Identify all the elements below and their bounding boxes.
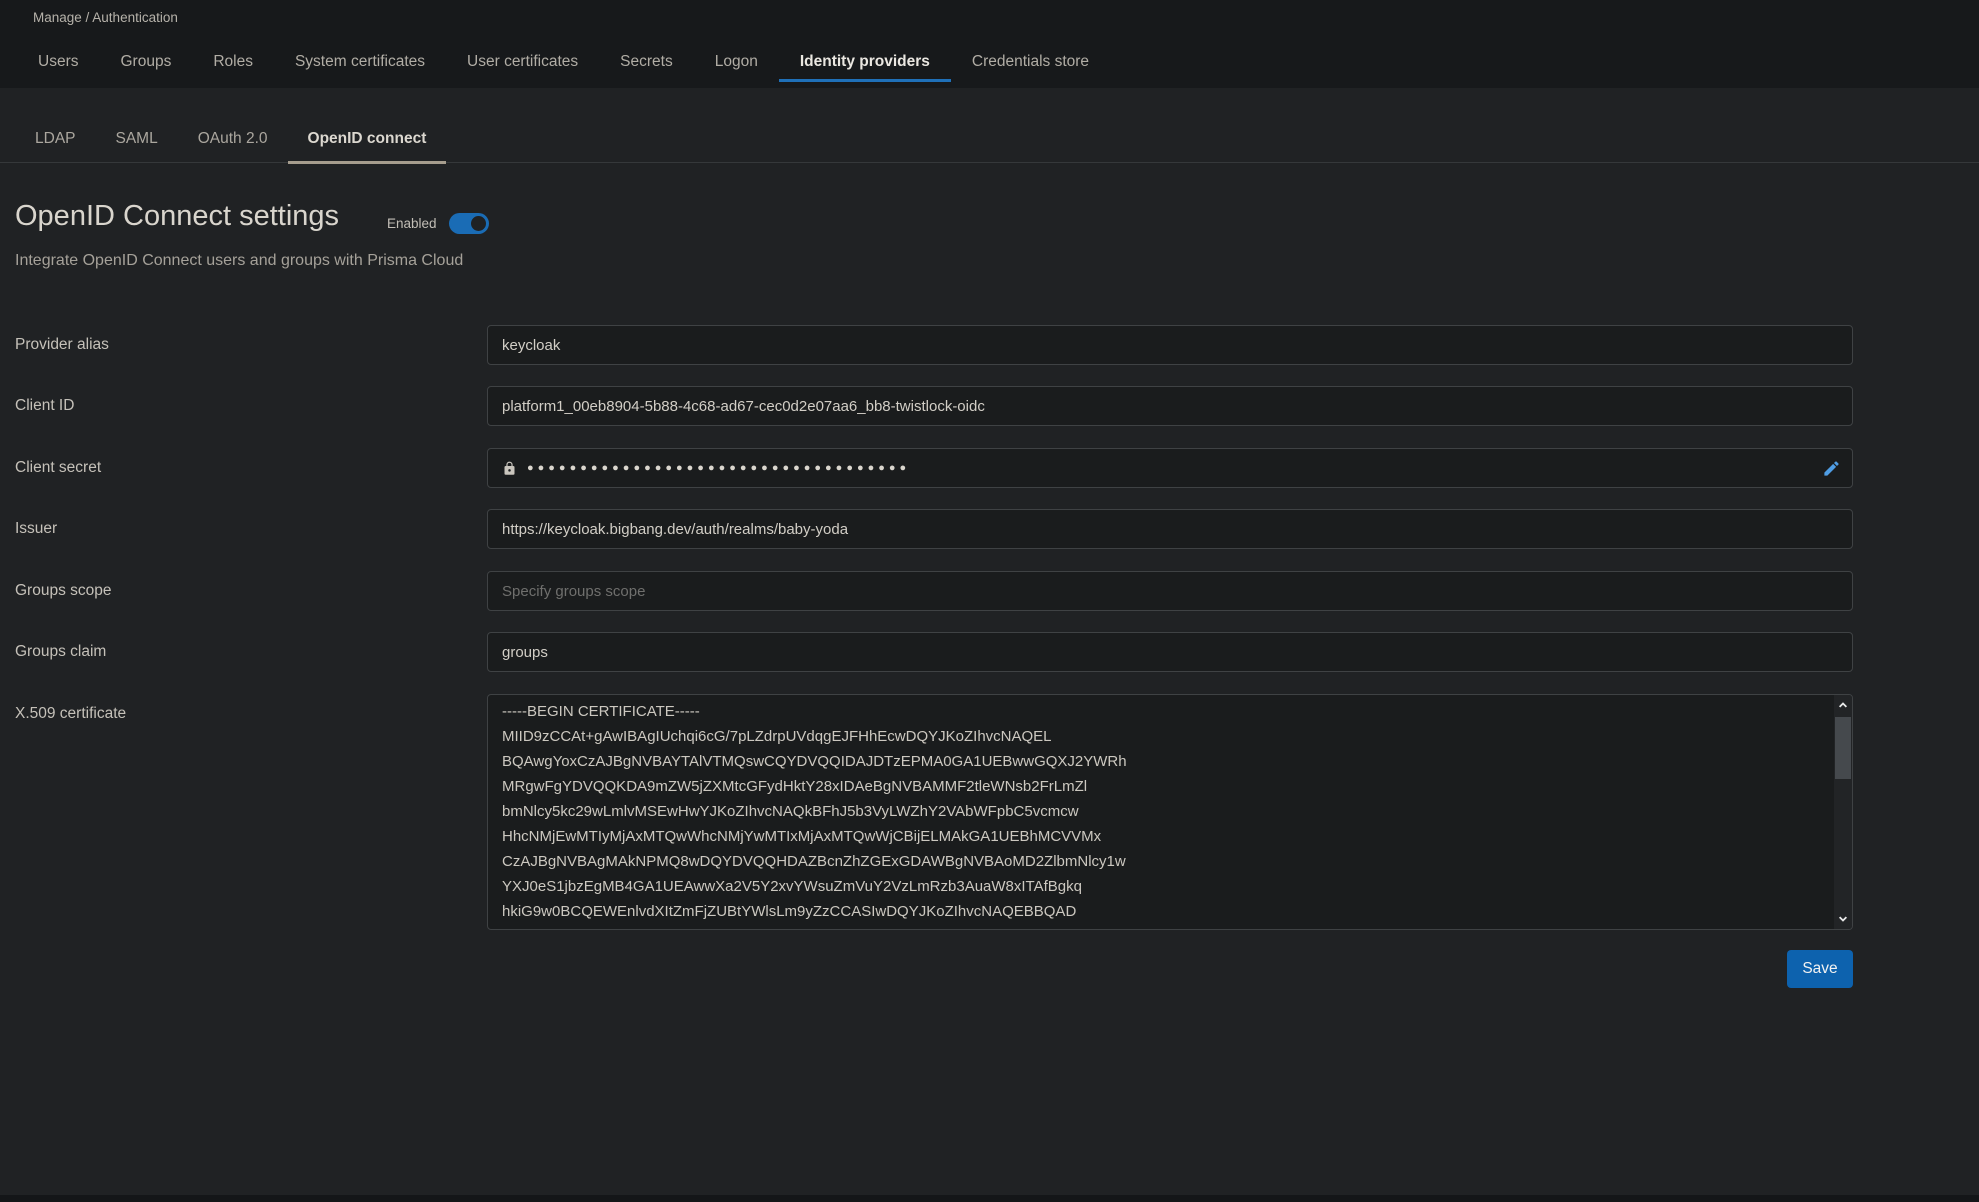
page-title: OpenID Connect settings (15, 200, 339, 233)
tab-groups[interactable]: Groups (99, 44, 192, 82)
tab-roles[interactable]: Roles (192, 44, 274, 82)
toggle-knob (471, 216, 486, 231)
footer-strip (0, 1195, 1979, 1202)
scrollbar-thumb[interactable] (1835, 717, 1851, 779)
breadcrumb: Manage / Authentication (33, 10, 178, 25)
page-subtitle: Integrate OpenID Connect users and group… (15, 252, 463, 270)
groups-claim-input[interactable] (487, 632, 1853, 672)
tab-users[interactable]: Users (17, 44, 99, 82)
groups-scope-input[interactable] (487, 571, 1853, 611)
x509-certificate-textarea[interactable]: -----BEGIN CERTIFICATE----- MIID9zCCAt+g… (487, 694, 1853, 930)
x509-certificate-label: X.509 certificate (15, 694, 345, 734)
client-secret-field[interactable]: ●●●●●●●●●●●●●●●●●●●●●●●●●●●●●●●●●●●● (487, 448, 1853, 488)
lock-icon (502, 460, 517, 477)
groups-scope-label: Groups scope (15, 571, 345, 611)
client-id-input[interactable] (487, 386, 1853, 426)
provider-alias-label: Provider alias (15, 325, 345, 365)
tab-user-certificates[interactable]: User certificates (446, 44, 599, 82)
save-button[interactable]: Save (1787, 950, 1853, 988)
subtab-openid-connect[interactable]: OpenID connect (288, 130, 447, 164)
identity-provider-subtabs: LDAP SAML OAuth 2.0 OpenID connect (0, 101, 1979, 163)
top-header: Manage / Authentication Users Groups Rol… (0, 0, 1979, 88)
scroll-down-icon[interactable] (1834, 909, 1852, 929)
issuer-label: Issuer (15, 509, 345, 549)
subtab-ldap[interactable]: LDAP (15, 130, 96, 164)
certificate-scrollbar[interactable] (1834, 695, 1852, 929)
client-id-label: Client ID (15, 386, 345, 426)
groups-claim-label: Groups claim (15, 632, 345, 672)
edit-pencil-icon (1822, 459, 1841, 478)
tab-secrets[interactable]: Secrets (599, 44, 694, 82)
issuer-input[interactable] (487, 509, 1853, 549)
subtab-saml[interactable]: SAML (96, 130, 178, 164)
subtab-oauth2[interactable]: OAuth 2.0 (178, 130, 288, 164)
provider-alias-input[interactable] (487, 325, 1853, 365)
edit-secret-button[interactable] (1818, 455, 1844, 481)
client-secret-label: Client secret (15, 448, 345, 488)
tab-system-certificates[interactable]: System certificates (274, 44, 446, 82)
client-secret-masked-value: ●●●●●●●●●●●●●●●●●●●●●●●●●●●●●●●●●●●● (527, 462, 910, 474)
enabled-label: Enabled (387, 216, 437, 231)
tab-identity-providers[interactable]: Identity providers (779, 44, 951, 82)
tab-logon[interactable]: Logon (694, 44, 779, 82)
scroll-up-icon[interactable] (1834, 695, 1852, 715)
authentication-page: Manage / Authentication Users Groups Rol… (0, 0, 1979, 1202)
main-tabs: Users Groups Roles System certificates U… (17, 44, 1110, 82)
x509-certificate-value: -----BEGIN CERTIFICATE----- MIID9zCCAt+g… (502, 699, 1828, 925)
tab-credentials-store[interactable]: Credentials store (951, 44, 1110, 82)
enabled-toggle[interactable] (449, 213, 489, 234)
